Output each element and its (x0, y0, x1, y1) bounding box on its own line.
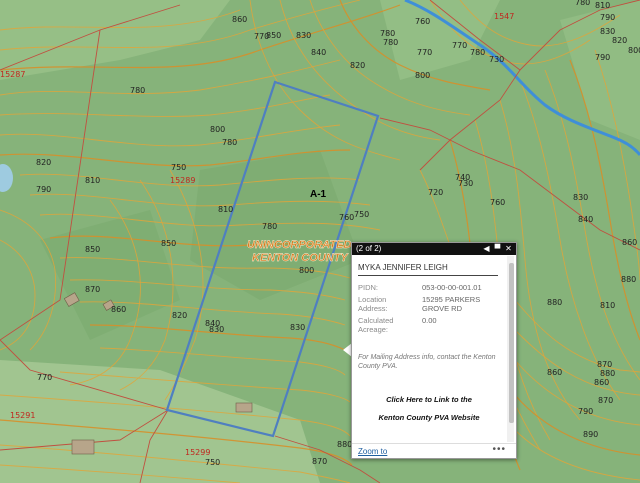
zone-label: A-1 (310, 189, 327, 200)
elevation-label: 890 (583, 430, 598, 439)
elevation-label: 810 (600, 301, 615, 310)
previous-feature-icon[interactable]: ◀ (481, 243, 492, 255)
popup-body: MYKA JENNIFER LEIGH PIDN: 053-00-00-001.… (352, 255, 506, 443)
elevation-label: 770 (37, 373, 52, 382)
elevation-label: 820 (612, 36, 627, 45)
pidn-value: 053-00-00-001.01 (422, 283, 482, 292)
owner-name: MYKA JENNIFER LEIGH (358, 263, 498, 276)
elevation-label: 850 (161, 239, 176, 248)
elevation-label: 830 (573, 193, 588, 202)
location-address-value: 15295 PARKERS GROVE RD (422, 295, 481, 313)
elevation-label: 770 (417, 48, 432, 57)
elevation-label: 800 (210, 125, 225, 134)
parcel-number-label: 15287 (0, 70, 25, 79)
pidn-label: PIDN: (358, 283, 379, 292)
calculated-acreage-value: 0.00 (422, 316, 437, 325)
elevation-label: 880 (547, 298, 562, 307)
elevation-label: 840 (578, 215, 593, 224)
elevation-label: 730 (489, 55, 504, 64)
elevation-label: 830 (290, 323, 305, 332)
pva-link-line2[interactable]: Kenton County PVA Website (352, 413, 506, 422)
elevation-label: 870 (597, 360, 612, 369)
maximize-icon[interactable]: ▀ (492, 243, 503, 255)
location-address-label: Location Address: (358, 295, 388, 313)
elevation-label: 870 (85, 285, 100, 294)
elevation-label: 810 (85, 176, 100, 185)
parcel-number-label: 1547 (494, 12, 514, 21)
elevation-label: 780 (470, 48, 485, 57)
elevation-label: 880 (600, 369, 615, 378)
pva-link-line1[interactable]: Click Here to Link to the (352, 395, 506, 404)
elevation-label: 880 (621, 275, 636, 284)
elevation-label: 830 (209, 325, 224, 334)
elevation-label: 810 (218, 205, 233, 214)
elevation-label: 810 (595, 1, 610, 10)
elevation-label: 790 (595, 53, 610, 62)
elevation-label: 870 (312, 457, 327, 466)
calculated-acreage-label: Calculated Acreage: (358, 316, 394, 334)
elevation-label: 880 (337, 440, 352, 449)
parcel-number-label: 15299 (185, 448, 210, 457)
elevation-label: 870 (598, 396, 613, 405)
elevation-label: 780 (222, 138, 237, 147)
elevation-label: 780 (380, 29, 395, 38)
elevation-label: 860 (547, 368, 562, 377)
elevation-label: 800 (415, 71, 430, 80)
elevation-label: 780 (383, 38, 398, 47)
elevation-label: 780 (262, 222, 277, 231)
zoom-to-link[interactable]: Zoom to (358, 447, 387, 456)
elevation-label: 760 (415, 17, 430, 26)
elevation-label: 720 (428, 188, 443, 197)
elevation-label: 830 (296, 31, 311, 40)
elevation-label: 750 (205, 458, 220, 467)
elevation-label: 850 (85, 245, 100, 254)
elevation-label: 790 (578, 407, 593, 416)
elevation-label: 820 (172, 311, 187, 320)
elevation-label: 860 (594, 378, 609, 387)
popup-footer: Zoom to ••• (352, 443, 516, 459)
elevation-label: 750 (171, 163, 186, 172)
county-label-line1: UNINCORPORATED (247, 239, 351, 251)
elevation-label: 790 (600, 13, 615, 22)
elevation-label: 750 (354, 210, 369, 219)
elevation-label: 830 (600, 27, 615, 36)
elevation-label: 860 (232, 15, 247, 24)
elevation-label: 760 (490, 198, 505, 207)
elevation-label: 770 (254, 32, 269, 41)
elevation-label: 860 (111, 305, 126, 314)
elevation-label: 780 (575, 0, 590, 7)
popup-header: (2 of 2) ◀ ▀ ✕ (352, 243, 516, 255)
elevation-label: 760 (339, 213, 354, 222)
elevation-label: 860 (622, 238, 637, 247)
elevation-label: 800 (628, 46, 640, 55)
elevation-label: 730 (458, 179, 473, 188)
elevation-label: 820 (36, 158, 51, 167)
parcel-info-popup: (2 of 2) ◀ ▀ ✕ MYKA JENNIFER LEIGH PIDN:… (351, 242, 517, 459)
parcel-number-label: 15291 (10, 411, 35, 420)
elevation-label: 800 (299, 266, 314, 275)
elevation-label: 770 (452, 41, 467, 50)
close-icon[interactable]: ✕ (503, 243, 514, 255)
elevation-label: 790 (36, 185, 51, 194)
more-options-icon[interactable]: ••• (492, 444, 506, 455)
map-canvas[interactable]: 860850 8308408208007807707307207407507908… (0, 0, 640, 483)
county-label-line2: KENTON COUNTY (252, 252, 349, 264)
elevation-label: 840 (311, 48, 326, 57)
elevation-label: 820 (350, 61, 365, 70)
popup-feature-count: (2 of 2) (356, 244, 382, 253)
elevation-label: 780 (130, 86, 145, 95)
popup-scroll-thumb[interactable] (509, 263, 514, 423)
mailing-address-note: For Mailing Address info, contact the Ke… (358, 354, 496, 370)
parcel-number-label: 15289 (170, 176, 195, 185)
